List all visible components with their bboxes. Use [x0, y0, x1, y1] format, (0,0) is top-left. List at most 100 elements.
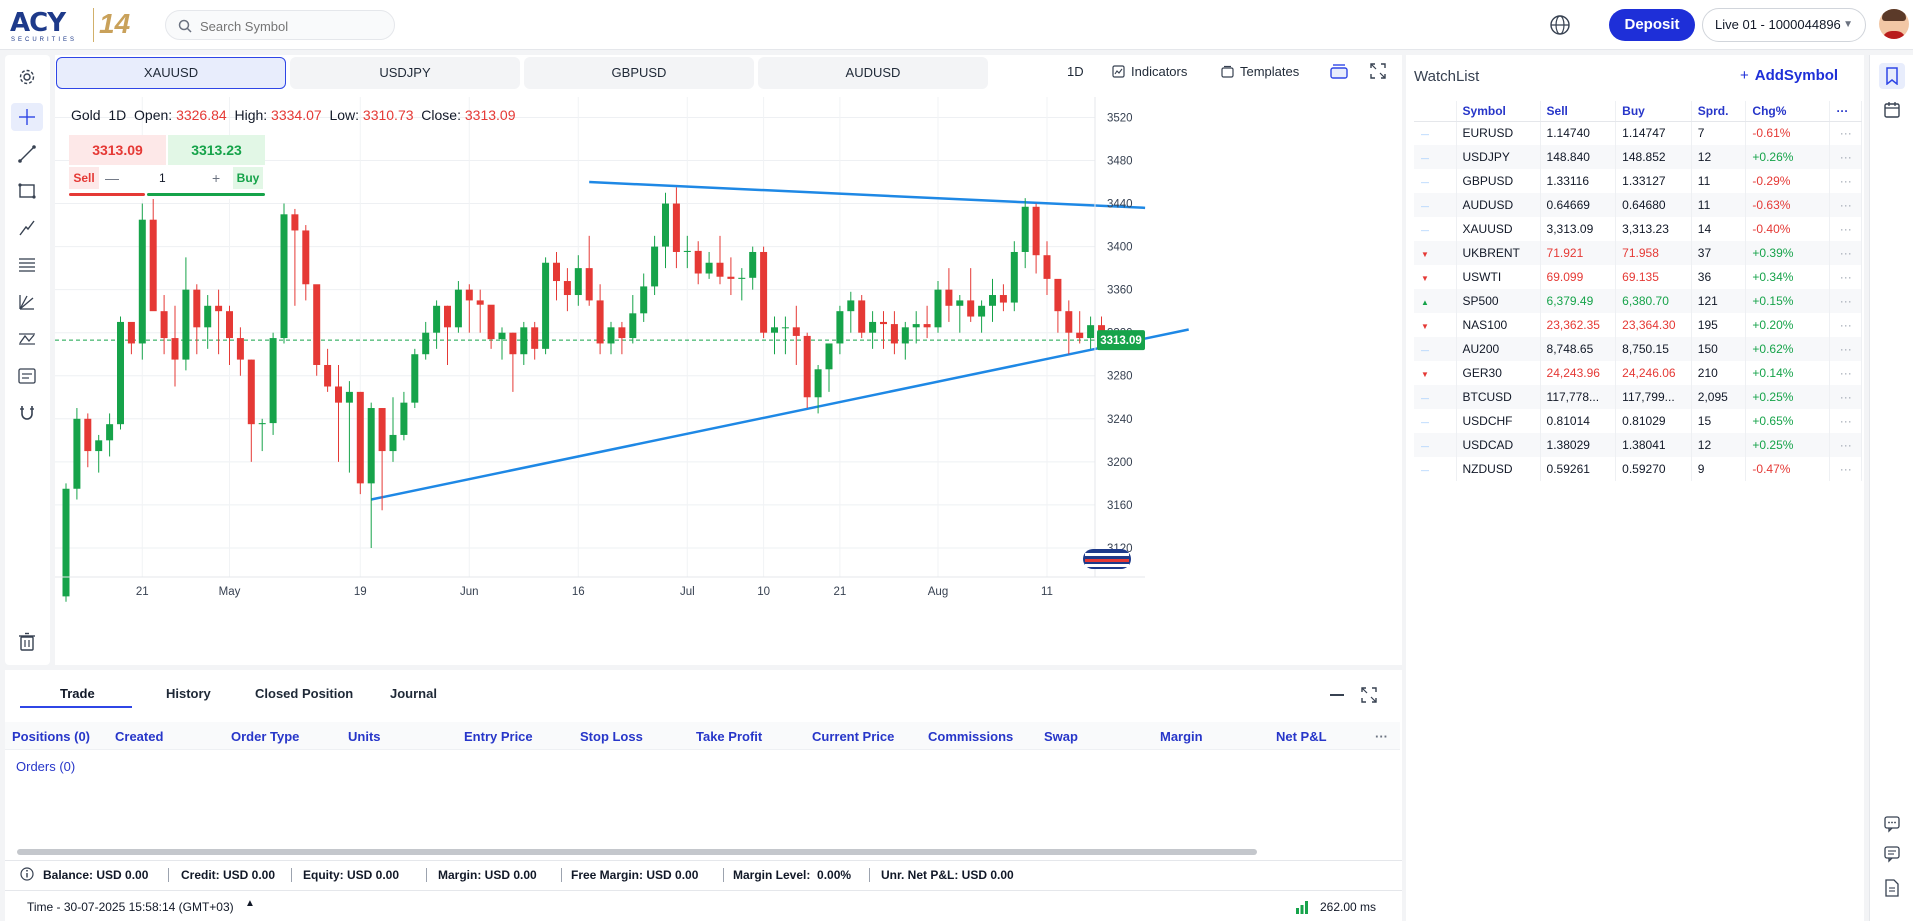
watchlist-bookmark-icon[interactable] — [1879, 63, 1905, 89]
document-icon[interactable] — [1881, 877, 1903, 899]
column-header-change[interactable]: Chg% — [1745, 101, 1831, 122]
column-header-spread[interactable]: Sprd. — [1691, 101, 1747, 122]
dash-icon: — — [1421, 394, 1429, 403]
row-more-button[interactable]: ··· — [1829, 313, 1862, 337]
column-header-more[interactable]: ··· — [1829, 101, 1862, 122]
row-more-button[interactable]: ··· — [1829, 193, 1862, 217]
watchlist-row[interactable]: ▼ NAS100 23,362.35 23,364.30 195 +0.20% ··· — [1414, 313, 1862, 337]
trash-icon[interactable] — [11, 628, 43, 656]
row-more-button[interactable]: ··· — [1829, 289, 1862, 313]
row-more-button[interactable]: ··· — [1829, 121, 1862, 145]
crosshair-icon[interactable] — [11, 103, 43, 131]
indicators-button[interactable]: Indicators — [1112, 64, 1187, 79]
timeframe-button[interactable]: 1D — [1067, 64, 1084, 79]
column-header-sell[interactable]: Sell — [1540, 101, 1617, 122]
row-more-button[interactable]: ··· — [1829, 145, 1862, 169]
row-more-button[interactable]: ··· — [1829, 241, 1862, 265]
text-note-icon[interactable] — [11, 362, 43, 390]
expand-icon[interactable] — [1360, 686, 1378, 704]
add-symbol-button[interactable]: + AddSymbol — [1740, 67, 1838, 84]
column-units[interactable]: Units — [348, 729, 381, 744]
globe-icon[interactable] — [1549, 14, 1571, 36]
gann-fan-icon[interactable] — [11, 288, 43, 316]
column-commissions[interactable]: Commissions — [928, 729, 1013, 744]
column-current-price[interactable]: Current Price — [812, 729, 894, 744]
column-header-buy[interactable]: Buy — [1615, 101, 1692, 122]
watchlist-row[interactable]: — BTCUSD 117,778... 117,799... 2,095 +0.25% ··… — [1414, 385, 1862, 409]
row-more-button[interactable]: ··· — [1829, 409, 1862, 433]
watchlist-row[interactable]: — NZDUSD 0.59261 0.59270 9 -0.47% ··· — [1414, 457, 1862, 481]
row-more-button[interactable]: ··· — [1829, 433, 1862, 457]
row-more-button[interactable]: ··· — [1829, 361, 1862, 385]
buy-price-button[interactable]: 3313.23 — [168, 135, 265, 165]
decrease-qty-button[interactable]: — — [105, 167, 119, 189]
search-input[interactable] — [200, 17, 380, 35]
watchlist-row[interactable]: ▼ UKBRENT 71.921 71.958 37 +0.39% ··· — [1414, 241, 1862, 265]
row-more-button[interactable]: ··· — [1829, 265, 1862, 289]
quantity-input[interactable]: 1 — [159, 167, 166, 189]
column-swap[interactable]: Swap — [1044, 729, 1078, 744]
tab-symbol-xauusd[interactable]: XAUUSD — [56, 57, 286, 89]
watchlist-row[interactable]: ▼ GER30 24,243.96 24,246.06 210 +0.14% ··· — [1414, 361, 1862, 385]
minimize-icon[interactable] — [1330, 694, 1344, 696]
watchlist-row[interactable]: — USDCAD 1.38029 1.38041 12 +0.25% ··· — [1414, 433, 1862, 457]
pattern-tool-icon[interactable] — [11, 325, 43, 353]
row-more-button[interactable]: ··· — [1829, 385, 1862, 409]
deposit-button[interactable]: Deposit — [1609, 9, 1695, 41]
column-take-profit[interactable]: Take Profit — [696, 729, 762, 744]
column-stop-loss[interactable]: Stop Loss — [580, 729, 643, 744]
watchlist-row[interactable]: — XAUUSD 3,313.09 3,313.23 14 -0.40% ··· — [1414, 217, 1862, 241]
buy-button[interactable]: Buy — [233, 167, 263, 189]
sell-button[interactable]: Sell — [69, 167, 99, 189]
watchlist-row[interactable]: — EURUSD 1.14740 1.14747 7 -0.61% ··· — [1414, 121, 1862, 145]
column-positions[interactable]: Positions (0) — [12, 729, 90, 744]
rectangle-tool-icon[interactable] — [11, 177, 43, 205]
symbol-search[interactable] — [165, 10, 395, 40]
watchlist-row[interactable]: — AUDUSD 0.64669 0.64680 11 -0.63% ··· — [1414, 193, 1862, 217]
tab-trade[interactable]: Trade — [60, 686, 95, 701]
column-margin[interactable]: Margin — [1160, 729, 1203, 744]
watchlist-row[interactable]: — GBPUSD 1.33116 1.33127 11 -0.29% ··· — [1414, 169, 1862, 193]
row-more-button[interactable]: ··· — [1829, 217, 1862, 241]
message-icon[interactable] — [1881, 843, 1903, 865]
tab-history[interactable]: History — [166, 686, 211, 701]
column-header-symbol[interactable]: Symbol — [1456, 101, 1541, 122]
tab-symbol-gbpusd[interactable]: GBPUSD — [524, 57, 754, 89]
avatar[interactable] — [1879, 9, 1909, 39]
calendar-icon[interactable] — [1881, 99, 1903, 121]
watchlist-row[interactable]: ▲ SP500 6,379.49 6,380.70 121 +0.15% ··· — [1414, 289, 1862, 313]
row-more-button[interactable]: ··· — [1829, 169, 1862, 193]
tab-symbol-audusd[interactable]: AUDUSD — [758, 57, 988, 89]
column-order-type[interactable]: Order Type — [231, 729, 299, 744]
fullscreen-icon[interactable] — [1369, 62, 1387, 80]
chat-icon[interactable] — [1881, 813, 1903, 835]
path-tool-icon[interactable] — [11, 214, 43, 242]
account-selector[interactable]: Live 01 - 1000044896 ▼ — [1702, 8, 1866, 42]
templates-button[interactable]: Templates — [1221, 64, 1299, 79]
trendline-tool-icon[interactable] — [11, 140, 43, 168]
column-more[interactable]: ··· — [1375, 729, 1388, 744]
settings-gear-icon[interactable] — [11, 63, 43, 91]
watchlist-row[interactable]: — USDJPY 148.840 148.852 12 +0.26% ··· — [1414, 145, 1862, 169]
row-more-button[interactable]: ··· — [1829, 457, 1862, 481]
watchlist-row[interactable]: ▼ USWTI 69.099 69.135 36 +0.34% ··· — [1414, 265, 1862, 289]
tab-symbol-usdjpy[interactable]: USDJPY — [290, 57, 520, 89]
acy-logo[interactable]: ACY SECURITIES 14 — [10, 8, 130, 43]
magnet-icon[interactable] — [11, 399, 43, 427]
orders-section[interactable]: Orders (0) — [16, 759, 75, 774]
info-icon[interactable] — [20, 867, 34, 881]
chevron-up-icon[interactable]: ▲ — [245, 898, 255, 909]
horizontal-scrollbar[interactable] — [17, 849, 1257, 855]
tab-journal[interactable]: Journal — [390, 686, 437, 701]
increase-qty-button[interactable]: + — [212, 167, 220, 189]
column-created[interactable]: Created — [115, 729, 163, 744]
layers-icon[interactable] — [1329, 62, 1349, 80]
fib-retracement-icon[interactable] — [11, 251, 43, 279]
row-more-button[interactable]: ··· — [1829, 337, 1862, 361]
column-entry-price[interactable]: Entry Price — [464, 729, 533, 744]
watchlist-row[interactable]: — USDCHF 0.81014 0.81029 15 +0.65% ··· — [1414, 409, 1862, 433]
sell-price-button[interactable]: 3313.09 — [69, 135, 166, 165]
tab-closed-position[interactable]: Closed Position — [255, 686, 353, 701]
watchlist-row[interactable]: — AU200 8,748.65 8,750.15 150 +0.62% ··· — [1414, 337, 1862, 361]
column-net-pnl[interactable]: Net P&L — [1276, 729, 1327, 744]
